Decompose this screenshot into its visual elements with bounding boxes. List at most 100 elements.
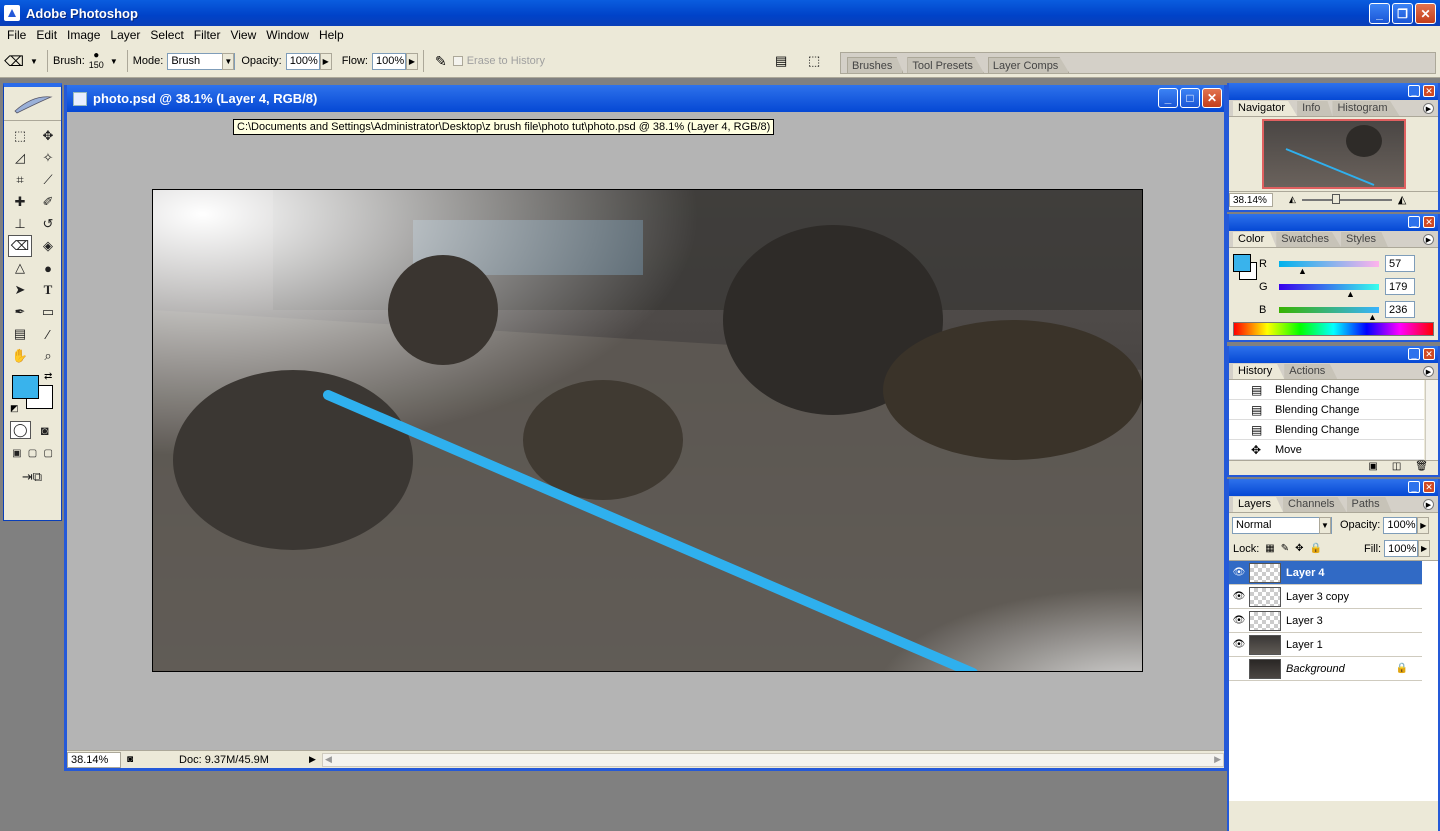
- tab-info[interactable]: Info: [1297, 101, 1333, 116]
- delete-state-icon[interactable]: 🗑: [1415, 461, 1428, 474]
- scroll-right-icon[interactable]: ▶: [1214, 754, 1221, 765]
- horizontal-scrollbar[interactable]: ◀ ▶: [321, 752, 1224, 767]
- layers-minimize-button[interactable]: _: [1408, 481, 1420, 493]
- palette-toggle-icon[interactable]: ▤: [775, 53, 787, 69]
- layer-row[interactable]: 👁 Layer 3: [1229, 609, 1422, 633]
- navigator-thumbnail[interactable]: [1261, 119, 1406, 189]
- menu-select[interactable]: Select: [145, 26, 188, 45]
- history-item[interactable]: ▤ Blending Change: [1229, 380, 1424, 400]
- well-tab-layer-comps[interactable]: Layer Comps: [987, 57, 1070, 73]
- layer-row[interactable]: 👁 Layer 1: [1229, 633, 1422, 657]
- tab-navigator[interactable]: Navigator: [1233, 101, 1298, 116]
- g-input[interactable]: 179: [1385, 278, 1415, 295]
- menu-edit[interactable]: Edit: [31, 26, 62, 45]
- layer-row[interactable]: Background 🔒: [1229, 657, 1422, 681]
- scroll-left-icon[interactable]: ◀: [325, 754, 332, 765]
- history-close-button[interactable]: ✕: [1423, 348, 1435, 360]
- menu-image[interactable]: Image: [62, 26, 105, 45]
- layer-row[interactable]: 👁 Layer 3 copy: [1229, 585, 1422, 609]
- clone-stamp-tool-icon[interactable]: ⊥: [8, 213, 32, 235]
- menu-view[interactable]: View: [225, 26, 261, 45]
- foreground-color-swatch[interactable]: [12, 375, 39, 399]
- history-scrollbar[interactable]: [1425, 380, 1438, 460]
- swap-colors-icon[interactable]: ⇄: [44, 371, 52, 382]
- tool-preset-picker[interactable]: ⌫ ▼: [0, 53, 42, 70]
- well-tab-tool-presets[interactable]: Tool Presets: [907, 57, 984, 73]
- default-colors-icon[interactable]: ◩: [10, 403, 19, 414]
- visibility-eye-icon[interactable]: 👁: [1229, 615, 1249, 626]
- tab-layers[interactable]: Layers: [1233, 497, 1284, 512]
- erase-to-history-checkbox[interactable]: [452, 56, 463, 66]
- zoom-slider[interactable]: [1301, 193, 1392, 204]
- menu-filter[interactable]: Filter: [189, 26, 226, 45]
- doc-close-button[interactable]: ✕: [1202, 88, 1222, 108]
- history-item[interactable]: ▤ Blending Change: [1229, 400, 1424, 420]
- screen-mode-standard-icon[interactable]: ▣: [10, 445, 24, 461]
- history-item[interactable]: ✥ Move: [1229, 440, 1424, 460]
- visibility-eye-icon[interactable]: 👁: [1229, 591, 1249, 602]
- visibility-eye-icon[interactable]: 👁: [1229, 639, 1249, 650]
- new-document-from-state-icon[interactable]: ▣: [1368, 461, 1377, 474]
- marquee-tool-icon[interactable]: ⬚: [8, 125, 32, 147]
- status-menu-arrow-icon[interactable]: ▶: [309, 754, 316, 765]
- magic-wand-tool-icon[interactable]: ✧: [36, 147, 60, 169]
- notes-tool-icon[interactable]: ▤: [8, 323, 32, 345]
- color-ramp[interactable]: [1233, 322, 1434, 336]
- fill-arrow-icon[interactable]: ▶: [1418, 540, 1431, 557]
- path-selection-tool-icon[interactable]: ➤: [8, 279, 32, 301]
- zoom-slider-thumb[interactable]: [1331, 193, 1340, 204]
- well-tab-brushes[interactable]: Brushes: [847, 57, 904, 73]
- quick-mask-icon[interactable]: ◙: [35, 421, 55, 439]
- menu-layer[interactable]: Layer: [105, 26, 145, 45]
- tab-actions[interactable]: Actions: [1284, 364, 1338, 379]
- layer-opacity-input[interactable]: 100%: [1383, 516, 1418, 534]
- restore-button[interactable]: ❐: [1392, 3, 1413, 24]
- layers-close-button[interactable]: ✕: [1423, 481, 1435, 493]
- color-close-button[interactable]: ✕: [1423, 216, 1435, 228]
- lock-all-icon[interactable]: 🔒: [1310, 543, 1322, 554]
- r-input[interactable]: 57: [1385, 255, 1415, 272]
- navigator-close-button[interactable]: ✕: [1423, 85, 1435, 97]
- hand-tool-icon[interactable]: ✋: [8, 345, 32, 367]
- g-slider[interactable]: ▲: [1279, 283, 1379, 299]
- panel-fg-swatch[interactable]: [1233, 254, 1251, 272]
- minimize-button[interactable]: _: [1369, 3, 1390, 24]
- tab-swatches[interactable]: Swatches: [1276, 232, 1341, 247]
- jump-to-imageready-icon[interactable]: ⇥⧉: [10, 467, 54, 487]
- navigator-zoom-field[interactable]: 38.14%: [1229, 192, 1273, 207]
- flow-slider-arrow-icon[interactable]: ▶: [405, 52, 418, 70]
- brush-picker[interactable]: ● 150: [89, 51, 104, 71]
- menu-help[interactable]: Help: [314, 26, 349, 45]
- lock-position-icon[interactable]: ✥: [1295, 543, 1303, 554]
- dodge-tool-icon[interactable]: ●: [36, 257, 60, 279]
- history-menu-icon[interactable]: ▶: [1423, 366, 1434, 377]
- r-slider-thumb[interactable]: ▲: [1298, 266, 1307, 276]
- screen-mode-full-icon[interactable]: ▢: [41, 445, 55, 461]
- fill-input[interactable]: 100%: [1384, 540, 1419, 557]
- layers-menu-icon[interactable]: ▶: [1423, 499, 1434, 510]
- history-item[interactable]: ▤ Blending Change: [1229, 420, 1424, 440]
- screen-mode-full-menu-icon[interactable]: ▢: [26, 445, 40, 461]
- zoom-out-icon[interactable]: ◭: [1289, 194, 1296, 205]
- paint-bucket-tool-icon[interactable]: ◈: [36, 235, 60, 257]
- blur-tool-icon[interactable]: △: [8, 257, 32, 279]
- crop-tool-icon[interactable]: ⌗: [8, 169, 32, 191]
- doc-maximize-button[interactable]: □: [1180, 88, 1200, 108]
- history-minimize-button[interactable]: _: [1408, 348, 1420, 360]
- menu-window[interactable]: Window: [261, 26, 314, 45]
- slice-tool-icon[interactable]: ⟋: [36, 169, 60, 191]
- blend-mode-select[interactable]: Normal ▼: [1232, 516, 1332, 534]
- eyedropper-tool-icon[interactable]: ⁄: [36, 323, 60, 345]
- move-tool-icon[interactable]: ✥: [36, 125, 60, 147]
- tab-histogram[interactable]: Histogram: [1332, 101, 1400, 116]
- navigator-menu-icon[interactable]: ▶: [1423, 103, 1434, 114]
- doc-minimize-button[interactable]: _: [1158, 88, 1178, 108]
- history-brush-tool-icon[interactable]: ↺: [36, 213, 60, 235]
- opacity-slider-arrow-icon[interactable]: ▶: [319, 52, 332, 70]
- healing-brush-tool-icon[interactable]: ✚: [8, 191, 32, 213]
- color-minimize-button[interactable]: _: [1408, 216, 1420, 228]
- b-slider[interactable]: ▲: [1279, 306, 1379, 322]
- tab-history[interactable]: History: [1233, 364, 1285, 379]
- eraser-tool-icon[interactable]: ⌫: [8, 235, 32, 257]
- layer-opacity-arrow-icon[interactable]: ▶: [1417, 516, 1430, 534]
